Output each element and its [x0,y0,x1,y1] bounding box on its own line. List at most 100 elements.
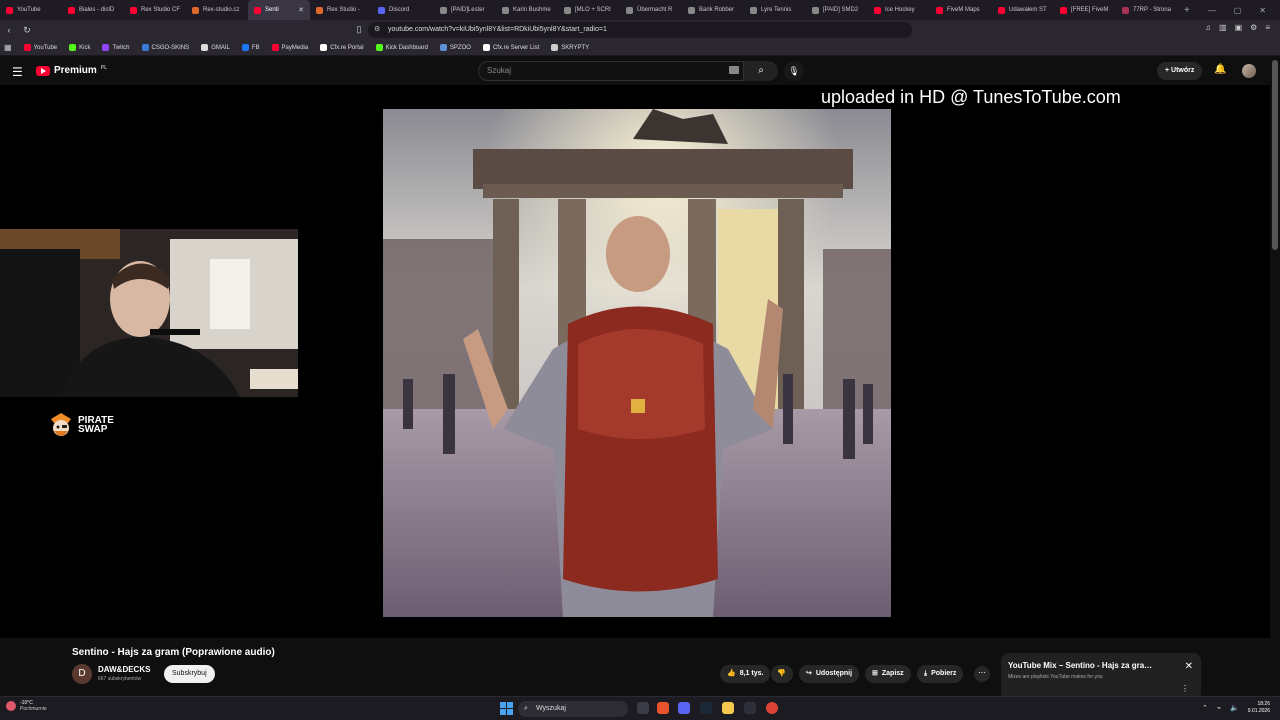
bookmark-label: Kick Dashboard [385,44,428,51]
tab-close-icon[interactable]: ✕ [298,6,304,14]
taskbar-search[interactable]: ⌕ Wyszukaj [518,701,628,717]
like-button[interactable]: 👍 8,1 tys. [720,665,771,683]
start-button[interactable] [500,702,513,715]
task-view-icon[interactable] [637,702,649,714]
dislike-button[interactable]: 👎 [771,665,793,683]
back-icon[interactable]: ‹ [0,25,18,35]
terminal-icon[interactable] [744,702,756,714]
subscribe-button[interactable]: Subskrybuj [164,665,215,683]
bookmark-item[interactable]: SPZOO [439,44,471,51]
bookmark-item[interactable]: PayMedia [271,44,308,51]
browser-tab[interactable]: Senti ✕ [248,0,310,20]
browser-tab[interactable]: [PAID]Lester [434,0,496,20]
share-button[interactable]: ↪ Udostępnij [799,665,860,683]
tab-favicon-icon [688,6,695,14]
youtube-mix-panel[interactable]: YouTube Mix – Sentino - Hajs za gra… Mix… [1001,653,1201,701]
reload-icon[interactable]: ↻ [18,25,36,36]
youtube-logo[interactable]: Premium PL [36,65,107,76]
mix-subtitle: Mixes are playlists YouTube makes for yo… [1008,674,1103,680]
browser-tab[interactable]: Rex Studio - [310,0,372,20]
thumbs-down-icon: 👎 [777,670,786,677]
browser-tab[interactable]: Ice Hockey [868,0,930,20]
bookmark-icon[interactable]: ▯ [350,24,368,35]
tab-label: [PAID]Lester [451,7,485,13]
extension-icon[interactable]: ♫ [1205,23,1211,32]
browser-tab[interactable]: [MLO + SCRI [558,0,620,20]
hamburger-menu-icon[interactable]: ☰ [12,65,23,79]
weather-widget[interactable]: -10°C Pochmurnie [6,700,47,712]
browser-tab[interactable]: Rex Studio CF [124,0,186,20]
browser-tab[interactable]: Discord [372,0,434,20]
bookmark-item[interactable]: CSGO-SKINS [141,44,190,51]
bookmark-item[interactable]: GMAIL [201,44,230,51]
more-actions-button[interactable]: ⋯ [974,666,990,682]
wallet-icon[interactable]: ▣ [1235,23,1243,32]
search-button[interactable]: ⌕ [744,61,778,81]
browser-tab[interactable]: Bank Robber [682,0,744,20]
volume-icon[interactable]: 🔈 [1230,704,1239,712]
clock[interactable]: 18:26 9.01.2026 [1248,701,1270,715]
voice-search-button[interactable]: 🎙 [784,61,804,81]
bookmark-favicon-icon [69,44,77,51]
notifications-bell-icon[interactable]: 🔔 [1214,64,1226,75]
video-artwork[interactable] [383,109,891,617]
close-window-icon[interactable]: ✕ [1259,6,1266,15]
save-button[interactable]: ⊞ Zapisz [865,665,911,683]
browser-tab[interactable]: 77RP - Strona [1116,0,1178,20]
bookmark-item[interactable]: Kick Dashboard [375,44,428,51]
tab-favicon-icon [6,6,13,14]
search-icon: ⌕ [524,705,528,712]
browser-tab-bar: YouTube Biales - disID Rex Studio CF Rex-st… [0,0,1280,20]
more-vertical-icon[interactable]: ⋮ [1181,684,1189,693]
bookmark-item[interactable]: FB [241,44,260,51]
file-explorer-icon[interactable] [722,702,734,714]
search-input[interactable]: Szukaj [478,61,744,81]
bookmark-label: CSGO-SKINS [151,44,190,51]
tab-favicon-icon [936,6,943,14]
sidebar-icon[interactable]: ▥ [1219,23,1227,32]
browser-tab[interactable]: Udawałem ST [992,0,1054,20]
menu-icon[interactable]: ≡ [1265,23,1270,32]
minimize-icon[interactable]: — [1208,6,1216,15]
sponsor-text-line2: SWAP [78,424,108,435]
download-label: Pobierz [931,670,957,677]
bookmark-item[interactable]: Cfx.re Portal [320,44,364,51]
maximize-icon[interactable]: ▢ [1234,6,1242,15]
page-scrollbar[interactable] [1272,60,1278,250]
url-field[interactable]: ⚙ youtube.com/watch?v=kiUbi5ynl8Y&list=R… [368,22,912,38]
channel-name[interactable]: DAW&DECKS [98,665,150,674]
bookmark-item[interactable]: Cfx.re Server List [482,44,539,51]
bookmark-item[interactable]: SKRYPTY [551,44,589,51]
new-tab-button[interactable]: + [1178,5,1196,16]
browser-tab[interactable]: Übermacht R [620,0,682,20]
bookmark-item[interactable]: YouTube [23,44,57,51]
download-button[interactable]: ⤓ Pobierz [917,665,964,683]
browser-tab[interactable]: Karin Bushme [496,0,558,20]
close-icon[interactable]: ✕ [1185,661,1193,672]
browser-tab[interactable]: YouTube [0,0,62,20]
brave-browser-icon[interactable] [657,702,669,714]
chrome-icon[interactable] [766,702,778,714]
channel-avatar[interactable]: D [72,664,92,684]
apps-icon[interactable]: ▦ [4,43,12,52]
settings-icon[interactable]: ⚙ [1250,23,1257,32]
bookmark-item[interactable]: Kick [69,44,90,51]
bookmark-label: Twitch [112,44,130,51]
discord-icon[interactable] [678,702,690,714]
browser-tab[interactable]: [PAID] SMD2 [806,0,868,20]
bookmark-item[interactable]: Twitch [102,44,130,51]
network-icon[interactable]: ⌁ [1217,704,1221,712]
browser-tab[interactable]: Lyre Tennis [744,0,806,20]
bookmarks-bar: ▦ YouTube Kick Twitch CSGO-SKINS GMAIL FB PayM… [0,40,1280,56]
browser-tab[interactable]: [FREE] FiveM [1054,0,1116,20]
user-avatar[interactable] [1242,64,1256,78]
steam-icon[interactable] [700,702,712,714]
keyboard-icon[interactable] [729,66,739,74]
webcam-overlay [0,229,298,397]
browser-tab[interactable]: Rex-studio.cz [186,0,248,20]
site-info-icon[interactable]: ⚙ [374,22,380,38]
browser-tab[interactable]: Biales - disID [62,0,124,20]
browser-tab[interactable]: FiveM Maps [930,0,992,20]
create-button[interactable]: + Utwórz [1157,62,1203,80]
tray-chevron-icon[interactable]: ⌃ [1202,704,1208,712]
